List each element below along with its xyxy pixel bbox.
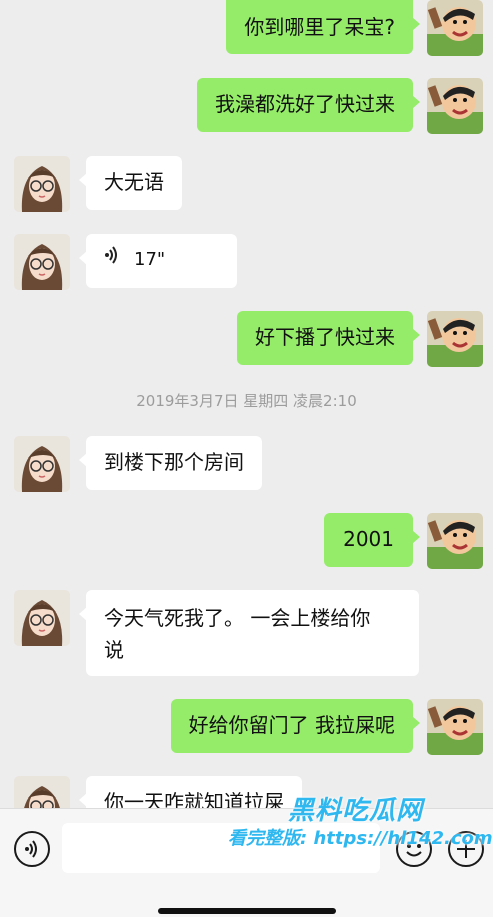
message-bubble[interactable]: 大无语 (79, 156, 182, 210)
voice-message-bubble[interactable]: 17" (79, 234, 237, 288)
message-text: 到楼下那个房间 (104, 450, 244, 474)
message-text: 你一天咋就知道拉屎 (104, 790, 284, 808)
her-avatar[interactable] (14, 156, 70, 212)
home-indicator[interactable] (158, 908, 336, 914)
my-avatar[interactable] (427, 311, 483, 367)
message-bubble[interactable]: 好给你留门了 我拉屎呢 (170, 699, 421, 753)
message-bubble[interactable]: 你到哪里了呆宝? (226, 0, 420, 54)
watermark-brand: 黑料吃瓜网 (288, 796, 424, 826)
voice-duration: 17" (134, 249, 166, 270)
message-text: 大无语 (104, 170, 164, 194)
her-avatar[interactable] (14, 234, 70, 290)
my-avatar[interactable] (427, 78, 483, 134)
message-text: 我澡都洗好了快过来 (215, 92, 395, 116)
message-bubble[interactable]: 到楼下那个房间 (79, 436, 262, 490)
message-bubble[interactable]: 你一天咋就知道拉屎 (79, 776, 302, 808)
voice-wave-icon (104, 244, 120, 276)
message-bubble[interactable]: 2001 (324, 513, 420, 567)
message-bubble[interactable]: 今天气死我了。 一会上楼给你 说 (79, 590, 419, 676)
her-avatar[interactable] (14, 776, 70, 808)
message-text: 你到哪里了呆宝? (244, 15, 395, 39)
voice-icon (25, 840, 37, 858)
message-bubble[interactable]: 好下播了快过来 (237, 311, 420, 365)
her-avatar[interactable] (14, 590, 70, 646)
message-text-line: 说 (104, 638, 124, 662)
my-avatar[interactable] (427, 0, 483, 56)
her-avatar[interactable] (14, 436, 70, 492)
message-text: 好给你留门了 我拉屎呢 (188, 713, 395, 737)
watermark-url: 看完整版: https://hl142.com (228, 828, 493, 849)
my-avatar[interactable] (427, 513, 483, 569)
message-text-line: 今天气死我了。 一会上楼给你 (104, 606, 371, 630)
message-bubble[interactable]: 我澡都洗好了快过来 (197, 78, 420, 132)
chat-area[interactable]: 你到哪里了呆宝? 我澡都洗好了快过来 大无语 17" 好下播了快过来 2019年… (0, 0, 493, 808)
message-text: 2001 (343, 527, 394, 551)
message-text: 好下播了快过来 (255, 325, 395, 349)
message-timestamp: 2019年3月7日 星期四 凌晨2:10 (136, 392, 357, 410)
voice-input-button[interactable] (14, 831, 50, 867)
my-avatar[interactable] (427, 699, 483, 755)
